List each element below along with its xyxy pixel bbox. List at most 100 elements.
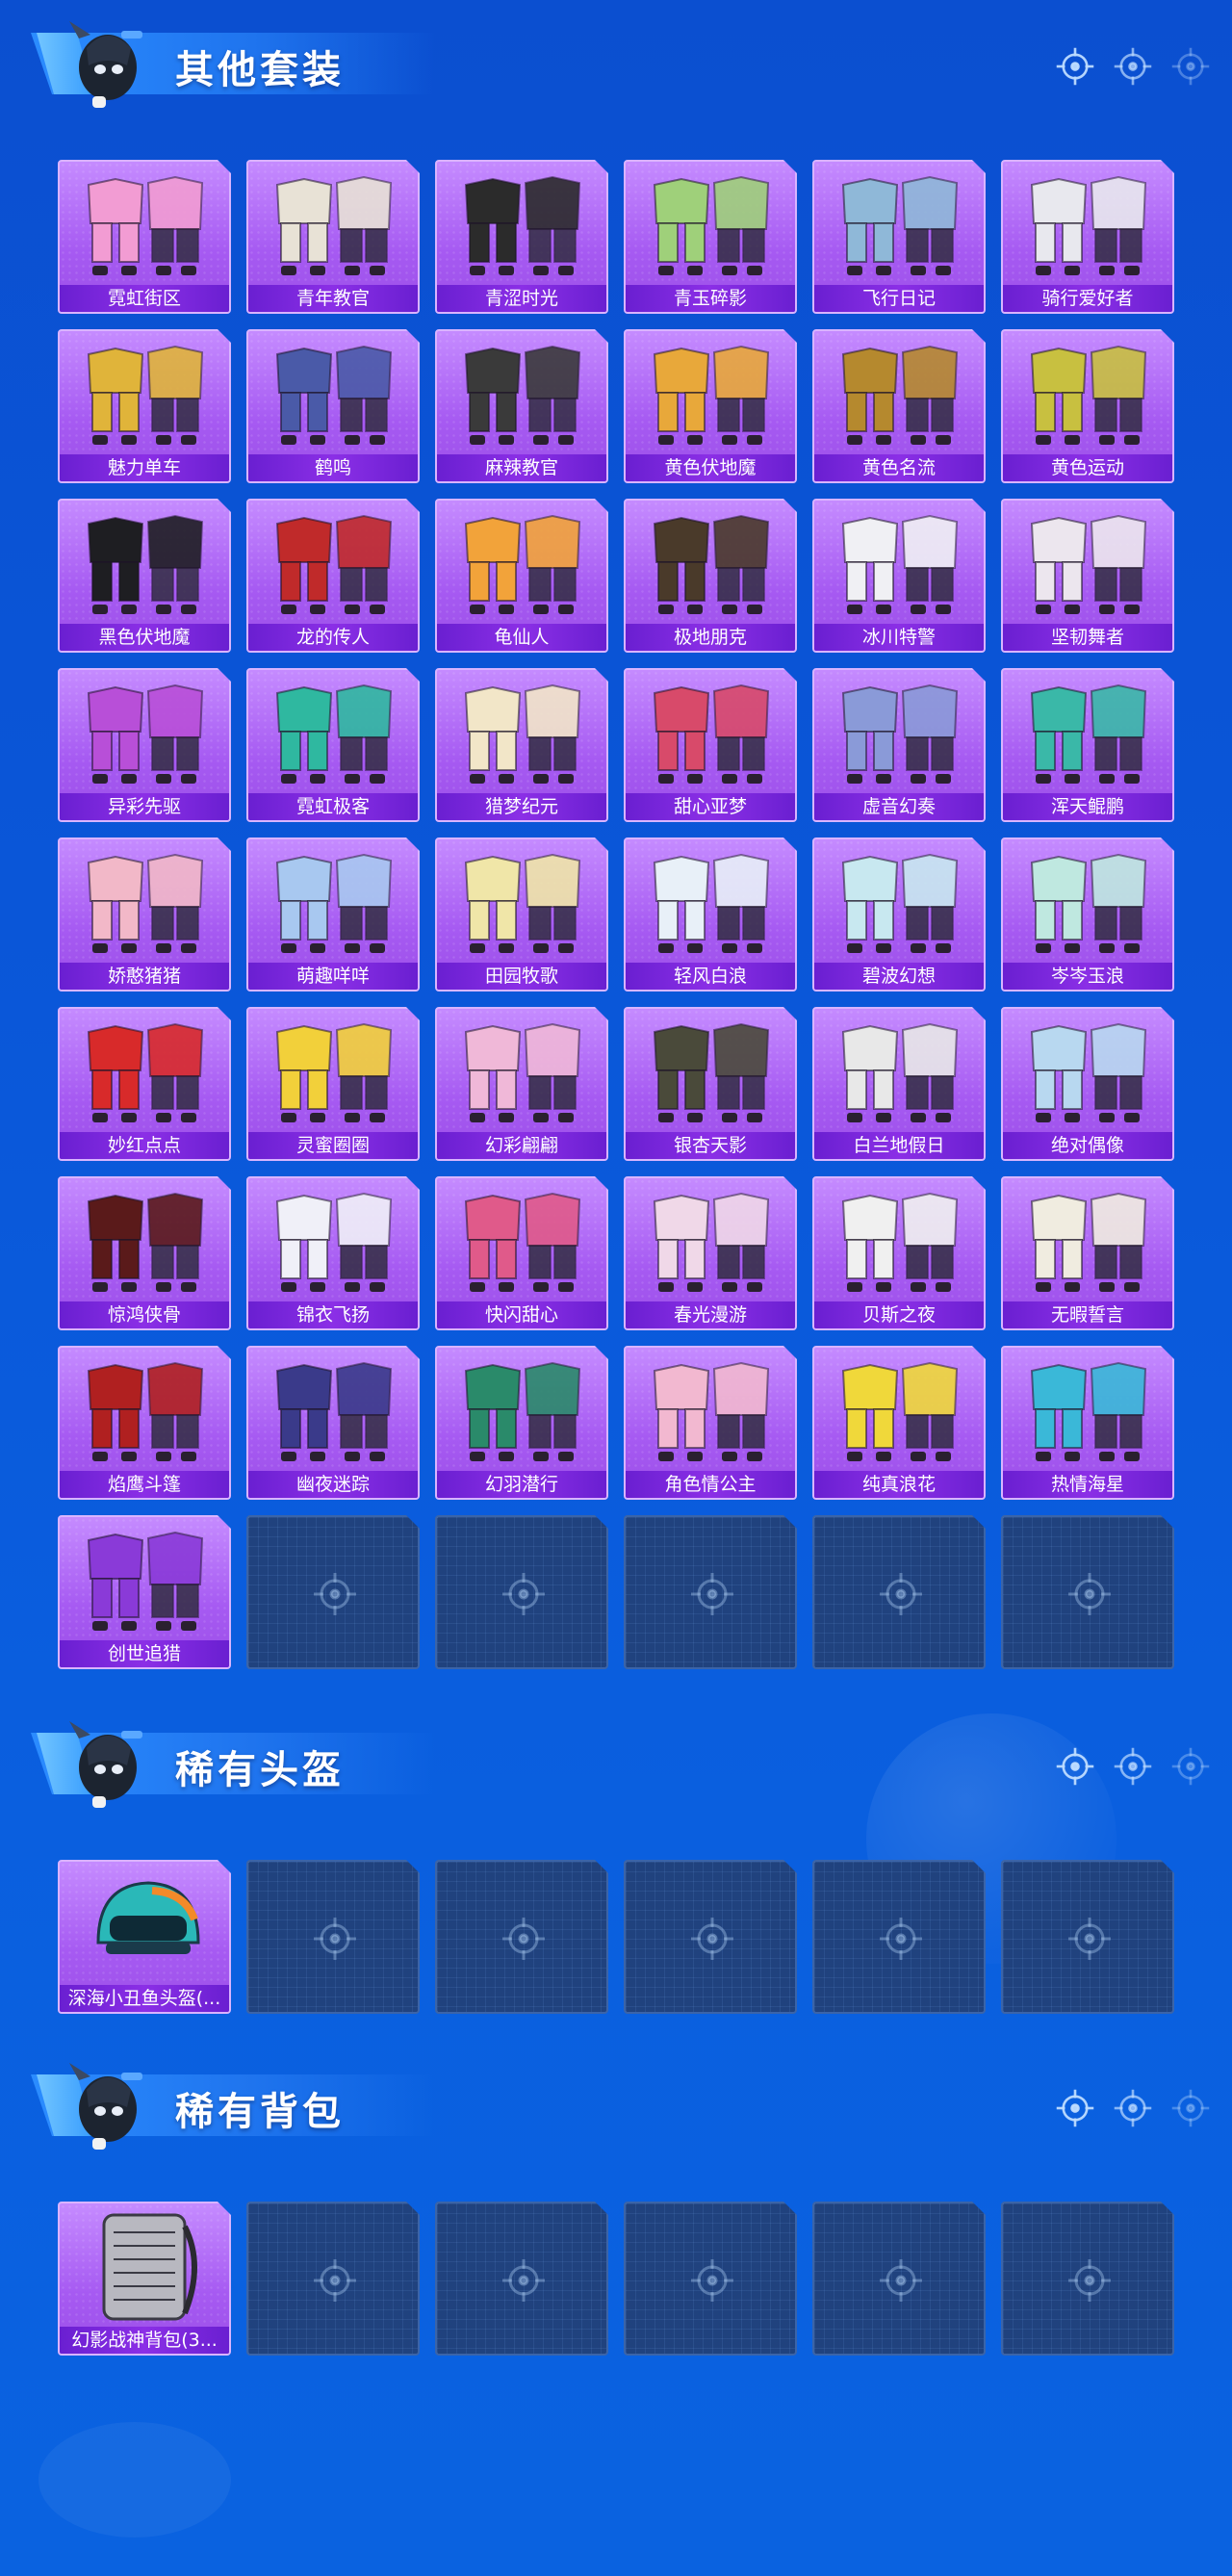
outfit-icon	[626, 1352, 795, 1467]
item-card[interactable]: 灵蜜圈圈	[246, 1007, 420, 1161]
outfit-icon	[626, 1182, 795, 1298]
empty-slot	[812, 2202, 986, 2356]
crosshair-icon	[878, 1916, 924, 1962]
outfit-icon	[248, 843, 418, 959]
empty-slot	[624, 1515, 797, 1669]
item-card[interactable]: 黄色运动	[1001, 329, 1174, 483]
item-grid: 霓虹街区 青年教官 青涩时光 青玉碎影 飞行日记 骑行爱好者 魅力单车 鹤鸣 麻…	[58, 160, 1174, 1669]
outfit-icon	[437, 1352, 606, 1467]
section-header: 其他套装	[0, 0, 1232, 116]
item-label: 角色情公主	[626, 1471, 795, 1498]
item-card[interactable]: 甜心亚梦	[624, 668, 797, 822]
crosshair-icon	[878, 2257, 924, 2304]
item-label: 魅力单车	[60, 454, 229, 481]
outfit-icon	[248, 1352, 418, 1467]
item-card[interactable]: 惊鸿侠骨	[58, 1176, 231, 1330]
item-card[interactable]: 无暇誓言	[1001, 1176, 1174, 1330]
item-card[interactable]: 坚韧舞者	[1001, 499, 1174, 653]
item-label: 惊鸿侠骨	[60, 1301, 229, 1328]
item-card[interactable]: 霓虹街区	[58, 160, 231, 314]
item-card[interactable]: 幻影战神背包(3...	[58, 2202, 231, 2356]
item-label: 黄色名流	[814, 454, 984, 481]
outfit-icon	[248, 335, 418, 451]
item-card[interactable]: 焰鹰斗篷	[58, 1346, 231, 1500]
item-card[interactable]: 热情海星	[1001, 1346, 1174, 1500]
item-card[interactable]: 龟仙人	[435, 499, 608, 653]
outfit-icon	[437, 674, 606, 789]
item-label: 黄色伏地魔	[626, 454, 795, 481]
item-grid: 幻影战神背包(3...	[58, 2202, 1174, 2356]
item-card[interactable]: 骑行爱好者	[1001, 160, 1174, 314]
item-card[interactable]: 快闪甜心	[435, 1176, 608, 1330]
item-card[interactable]: 青玉碎影	[624, 160, 797, 314]
outfit-icon	[60, 1182, 229, 1298]
item-label: 快闪甜心	[437, 1301, 606, 1328]
outfit-icon	[1003, 1352, 1172, 1467]
item-card[interactable]: 极地朋克	[624, 499, 797, 653]
item-card[interactable]: 贝斯之夜	[812, 1176, 986, 1330]
item-card[interactable]: 魅力单车	[58, 329, 231, 483]
outfit-icon	[437, 504, 606, 620]
outfit-icon	[60, 504, 229, 620]
item-card[interactable]: 碧波幻想	[812, 837, 986, 992]
item-card[interactable]: 创世追猎	[58, 1515, 231, 1669]
item-card[interactable]: 银杏天影	[624, 1007, 797, 1161]
item-card[interactable]: 鹤鸣	[246, 329, 420, 483]
item-card[interactable]: 幻彩翩翩	[435, 1007, 608, 1161]
item-label: 异彩先驱	[60, 793, 229, 820]
item-card[interactable]: 白兰地假日	[812, 1007, 986, 1161]
item-card[interactable]: 飞行日记	[812, 160, 986, 314]
item-card[interactable]: 娇憨猪猪	[58, 837, 231, 992]
item-card[interactable]: 异彩先驱	[58, 668, 231, 822]
section-title: 稀有背包	[175, 2090, 345, 2134]
item-card[interactable]: 黄色名流	[812, 329, 986, 483]
item-card[interactable]: 春光漫游	[624, 1176, 797, 1330]
item-grid: 深海小丑鱼头盔(...	[58, 1860, 1174, 2014]
crosshair-icon	[878, 1571, 924, 1617]
item-card[interactable]: 幽夜迷踪	[246, 1346, 420, 1500]
item-label: 轻风白浪	[626, 963, 795, 990]
item-card[interactable]: 龙的传人	[246, 499, 420, 653]
item-card[interactable]: 猎梦纪元	[435, 668, 608, 822]
outfit-icon	[60, 1521, 229, 1636]
item-label: 热情海星	[1003, 1471, 1172, 1498]
item-card[interactable]: 妙红点点	[58, 1007, 231, 1161]
item-card[interactable]: 纯真浪花	[812, 1346, 986, 1500]
item-card[interactable]: 冰川特警	[812, 499, 986, 653]
outfit-icon	[626, 504, 795, 620]
item-card[interactable]: 青涩时光	[435, 160, 608, 314]
item-card[interactable]: 田园牧歌	[435, 837, 608, 992]
item-card[interactable]: 虚音幻奏	[812, 668, 986, 822]
item-card[interactable]: 麻辣教官	[435, 329, 608, 483]
section-title: 其他套装	[175, 48, 345, 92]
crosshair-icon	[1066, 1916, 1113, 1962]
item-card[interactable]: 浑天鲲鹏	[1001, 668, 1174, 822]
item-card[interactable]: 锦衣飞扬	[246, 1176, 420, 1330]
item-label: 绝对偶像	[1003, 1132, 1172, 1159]
item-card[interactable]: 青年教官	[246, 160, 420, 314]
outfit-icon	[626, 166, 795, 281]
crosshair-icon	[1113, 2088, 1153, 2128]
outfit-icon	[626, 843, 795, 959]
item-card[interactable]: 深海小丑鱼头盔(...	[58, 1860, 231, 2014]
item-card[interactable]: 黑色伏地魔	[58, 499, 231, 653]
item-card[interactable]: 萌趣咩咩	[246, 837, 420, 992]
empty-slot	[246, 2202, 420, 2356]
outfit-icon	[60, 1013, 229, 1128]
empty-slot	[1001, 1515, 1174, 1669]
crosshair-decoration	[1055, 2088, 1211, 2128]
item-card[interactable]: 幻羽潜行	[435, 1346, 608, 1500]
item-card[interactable]: 绝对偶像	[1001, 1007, 1174, 1161]
item-card[interactable]: 岑岑玉浪	[1001, 837, 1174, 992]
crosshair-icon	[1066, 1571, 1113, 1617]
item-card[interactable]: 霓虹极客	[246, 668, 420, 822]
item-label: 龟仙人	[437, 624, 606, 651]
item-card[interactable]: 角色情公主	[624, 1346, 797, 1500]
section-1: 其他套装 霓虹街区 青年教官 青涩时光 青玉碎影 飞行日记 骑行爱好者 魅力单车…	[0, 0, 1232, 116]
item-label: 黄色运动	[1003, 454, 1172, 481]
item-label: 春光漫游	[626, 1301, 795, 1328]
outfit-icon	[60, 1352, 229, 1467]
outfit-icon	[60, 166, 229, 281]
item-card[interactable]: 轻风白浪	[624, 837, 797, 992]
item-card[interactable]: 黄色伏地魔	[624, 329, 797, 483]
